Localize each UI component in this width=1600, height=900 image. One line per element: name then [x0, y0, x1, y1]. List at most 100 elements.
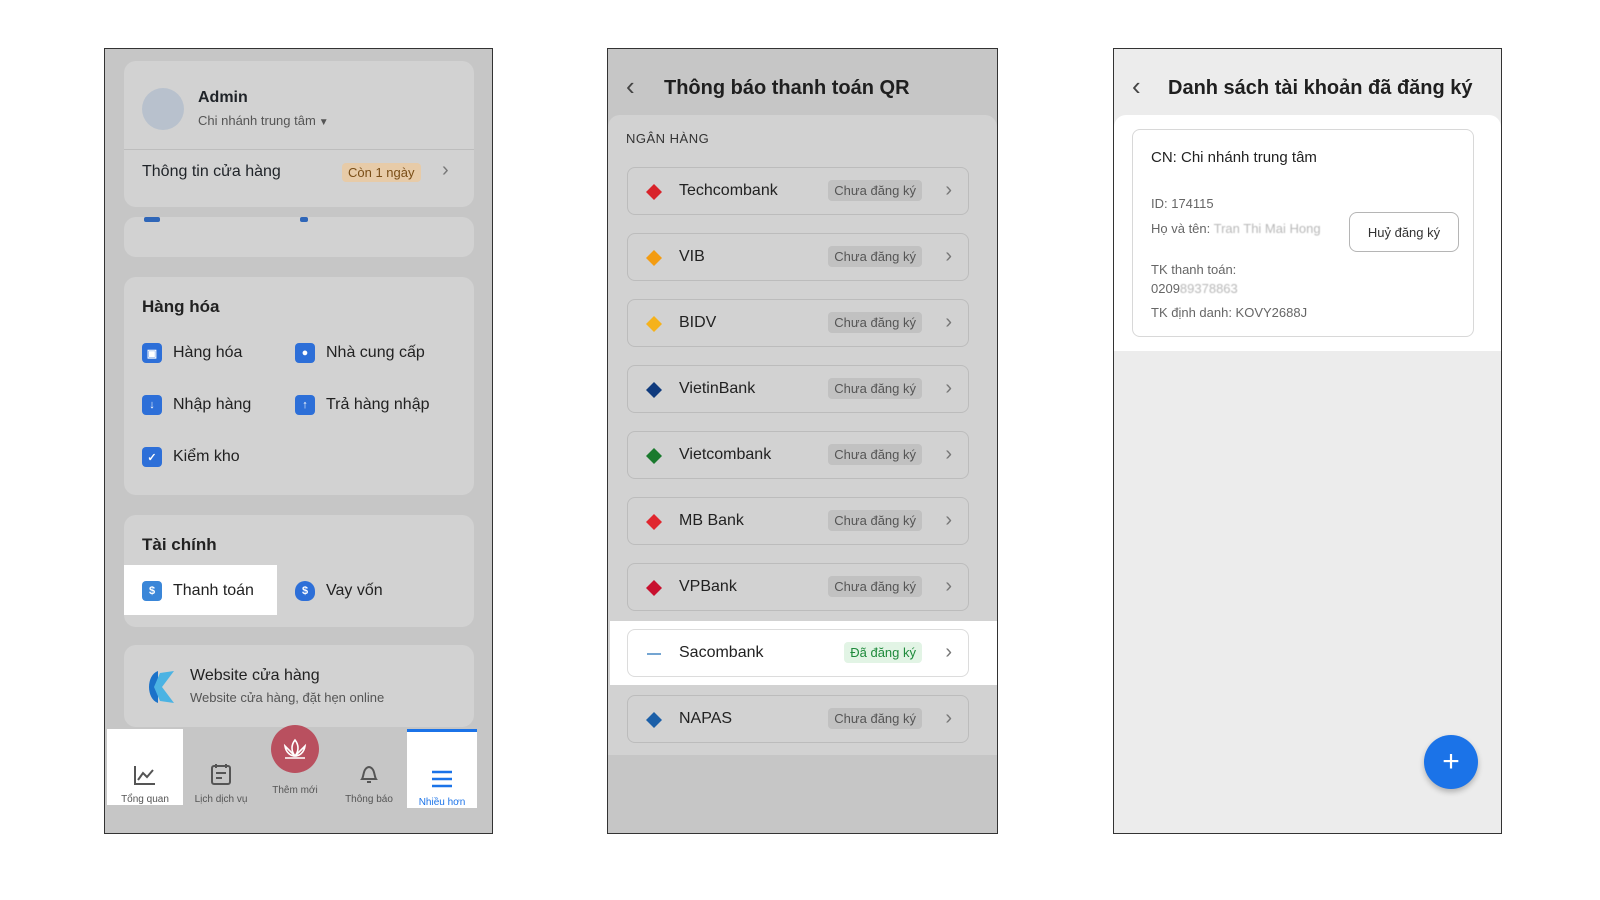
- menu-label: Trả hàng nhập: [326, 396, 430, 413]
- header: ‹ Danh sách tài khoản đã đăng ký: [1114, 49, 1501, 117]
- bank-logo-icon: [644, 512, 664, 532]
- bank-row[interactable]: NAPAS Chưa đăng ký ›: [627, 695, 969, 743]
- add-account-button[interactable]: +: [1424, 735, 1478, 789]
- menu-item-return[interactable]: ↑ Trả hàng nhập: [295, 395, 429, 415]
- bank-logo-icon: [644, 248, 664, 268]
- bank-logo-icon: [644, 710, 664, 730]
- bell-icon: [360, 765, 378, 783]
- registration-status-badge: Chưa đăng ký: [828, 246, 922, 267]
- import-icon: ↓: [142, 395, 162, 415]
- avatar[interactable]: [142, 88, 184, 130]
- account-number-label: TK thanh toán:: [1151, 262, 1237, 277]
- website-title: Website cửa hàng: [190, 667, 320, 684]
- menu-item-goods[interactable]: ▣ Hàng hóa: [142, 343, 242, 363]
- store-info-link[interactable]: Thông tin cửa hàng: [142, 163, 281, 181]
- qr-payment-notification-screen: ‹ Thông báo thanh toán QR NGÂN HÀNG Tech…: [607, 48, 998, 834]
- chevron-right-icon: ›: [945, 311, 952, 333]
- bank-row[interactable]: VIB Chưa đăng ký ›: [627, 233, 969, 281]
- chart-icon: [134, 766, 155, 785]
- registration-status-badge: Chưa đăng ký: [828, 510, 922, 531]
- header: ‹ Thông báo thanh toán QR: [608, 49, 997, 117]
- payment-icon: $: [142, 581, 162, 601]
- section-title-goods: Hàng hóa: [142, 297, 220, 316]
- holder-label: Họ và tên:: [1151, 221, 1214, 236]
- menu-item-payment[interactable]: $ Thanh toán: [142, 581, 254, 601]
- user-name: Admin: [198, 89, 248, 106]
- chevron-right-icon: ›: [945, 575, 952, 597]
- branch-selector[interactable]: Chi nhánh trung tâm ▼: [198, 113, 329, 128]
- bank-logo-icon: [644, 314, 664, 334]
- menu-label: Thanh toán: [173, 582, 254, 599]
- stock-check-icon: ✓: [142, 447, 162, 467]
- bank-name: BIDV: [679, 314, 717, 331]
- account-branch: CN: Chi nhánh trung tâm: [1151, 149, 1317, 166]
- website-logo-icon: [149, 671, 174, 703]
- finance-section: Tài chính $ Thanh toán $ Vay vốn: [124, 515, 474, 627]
- back-arrow-icon[interactable]: ‹: [1132, 71, 1141, 102]
- back-arrow-icon[interactable]: ‹: [626, 71, 635, 102]
- calendar-icon: [211, 764, 231, 785]
- registration-status-badge: Đã đăng ký: [844, 642, 922, 663]
- section-label: NGÂN HÀNG: [626, 131, 710, 146]
- section-title-finance: Tài chính: [142, 535, 217, 554]
- bank-row[interactable]: Vietcombank Chưa đăng ký ›: [627, 431, 969, 479]
- bank-name: Sacombank: [679, 644, 764, 661]
- goods-section: Hàng hóa ▣ Hàng hóa ● Nhà cung cấp ↓ Nhập h…: [124, 277, 474, 495]
- bank-logo-icon: [644, 446, 664, 466]
- bank-name: MB Bank: [679, 512, 744, 529]
- account-identifier: TK định danh: KOVY2688J: [1151, 305, 1308, 320]
- more-menu-screen: Admin Chi nhánh trung tâm ▼ Thông tin cửa…: [104, 48, 493, 834]
- caret-down-icon: ▼: [318, 117, 329, 128]
- menu-label: Kiểm kho: [173, 448, 240, 465]
- bank-row[interactable]: VPBank Chưa đăng ký ›: [627, 563, 969, 611]
- nav-notifications[interactable]: Thông báo: [331, 729, 407, 805]
- partial-icon: [144, 217, 160, 222]
- registration-status-badge: Chưa đăng ký: [828, 576, 922, 597]
- bank-name: VIB: [679, 248, 705, 265]
- chevron-right-icon: ›: [945, 377, 952, 399]
- chevron-right-icon: ›: [945, 509, 952, 531]
- bank-logo-icon: [644, 182, 664, 202]
- chevron-right-icon[interactable]: ›: [442, 159, 449, 182]
- bank-logo-icon: [644, 644, 664, 664]
- nav-schedule[interactable]: Lịch dịch vụ: [183, 729, 259, 805]
- add-new-button[interactable]: [271, 725, 319, 773]
- bank-row[interactable]: BIDV Chưa đăng ký ›: [627, 299, 969, 347]
- loan-icon: $: [295, 581, 315, 601]
- bank-row[interactable]: Techcombank Chưa đăng ký ›: [627, 167, 969, 215]
- nav-label: Thông báo: [345, 794, 393, 805]
- nav-label: Tổng quan: [121, 794, 169, 805]
- menu-label: Vay vốn: [326, 582, 383, 599]
- menu-item-stock-check[interactable]: ✓ Kiểm kho: [142, 447, 240, 467]
- bank-name: NAPAS: [679, 710, 733, 727]
- bank-row[interactable]: MB Bank Chưa đăng ký ›: [627, 497, 969, 545]
- menu-label: Hàng hóa: [173, 344, 243, 361]
- chevron-right-icon: ›: [945, 707, 952, 729]
- bank-name: Techcombank: [679, 182, 778, 199]
- website-card[interactable]: Website cửa hàng Website cửa hàng, đặt h…: [124, 645, 474, 727]
- account-number: 020989378863: [1151, 281, 1238, 296]
- bank-logo-icon: [644, 380, 664, 400]
- bank-name: VPBank: [679, 578, 737, 595]
- menu-label: Nhà cung cấp: [326, 344, 425, 361]
- page-title: Danh sách tài khoản đã đăng ký: [1168, 77, 1473, 99]
- holder-name: Tran Thi Mai Hong: [1213, 221, 1321, 236]
- menu-item-import[interactable]: ↓ Nhập hàng: [142, 395, 251, 415]
- registered-accounts-screen: ‹ Danh sách tài khoản đã đăng ký CN: Chi…: [1113, 48, 1502, 834]
- account-number-prefix: 0209: [1151, 281, 1180, 296]
- bank-row[interactable]: Sacombank Đã đăng ký ›: [627, 629, 969, 677]
- return-icon: ↑: [295, 395, 315, 415]
- bank-row[interactable]: VietinBank Chưa đăng ký ›: [627, 365, 969, 413]
- menu-label: Nhập hàng: [173, 396, 252, 413]
- menu-item-supplier[interactable]: ● Nhà cung cấp: [295, 343, 425, 363]
- nav-more[interactable]: Nhiều hơn: [407, 729, 477, 808]
- cancel-registration-button[interactable]: Huỷ đăng ký: [1349, 212, 1459, 252]
- partial-card: [124, 217, 474, 257]
- menu-item-loan[interactable]: $ Vay vốn: [295, 581, 383, 601]
- trial-days-badge: Còn 1 ngày: [342, 163, 421, 182]
- nav-overview[interactable]: Tổng quan: [107, 729, 183, 805]
- nav-label: Lịch dịch vụ: [194, 794, 248, 805]
- account-number-blurred: 89378863: [1179, 281, 1238, 296]
- bank-logo-icon: [644, 578, 664, 598]
- lotus-icon: [283, 738, 307, 759]
